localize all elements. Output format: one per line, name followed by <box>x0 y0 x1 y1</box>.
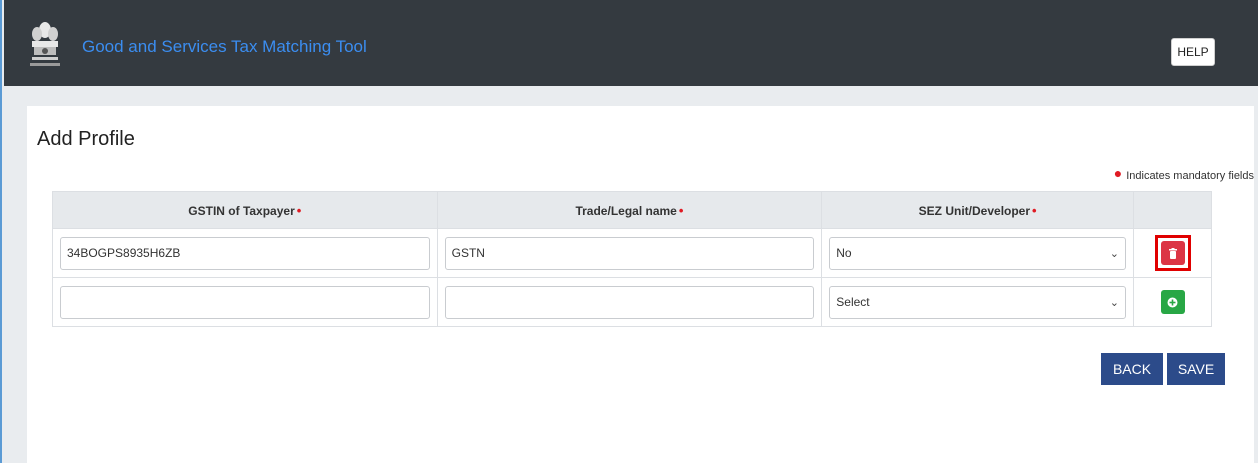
name-cell <box>436 228 823 278</box>
trade-name-input[interactable] <box>444 285 815 319</box>
gstin-input[interactable] <box>60 236 430 270</box>
delete-row-button[interactable] <box>1160 241 1185 265</box>
page-title: Add Profile <box>37 128 135 150</box>
top-header: Good and Services Tax Matching Tool HELP <box>4 0 1258 86</box>
required-dot-icon: • <box>678 202 684 218</box>
required-dot-icon: • <box>296 202 302 218</box>
sez-cell: Select ⌄ <box>821 277 1135 327</box>
back-button[interactable]: BACK <box>1101 353 1163 385</box>
column-label: GSTIN of Taxpayer <box>188 203 295 218</box>
chevron-down-icon: ⌄ <box>1109 247 1120 260</box>
column-label: SEZ Unit/Developer <box>918 203 1031 218</box>
name-cell <box>436 277 823 327</box>
table-row: Select ⌄ <box>52 277 1212 327</box>
sez-select-value: Select <box>836 295 870 309</box>
required-dot-icon: ● <box>1113 165 1123 181</box>
chevron-down-icon: ⌄ <box>1109 296 1120 309</box>
trade-name-input[interactable] <box>444 236 815 270</box>
sez-cell: No ⌄ <box>821 228 1135 278</box>
gstin-input[interactable] <box>60 285 430 319</box>
table-header-row: GSTIN of Taxpayer • Trade/Legal name • SEZ… <box>52 191 1212 229</box>
column-label: Trade/Legal name <box>575 203 677 218</box>
column-header-gstin: GSTIN of Taxpayer • <box>52 191 438 229</box>
action-cell <box>1133 228 1212 278</box>
mandatory-note-text: Indicates mandatory fields <box>1126 170 1254 182</box>
mandatory-fields-note: ● Indicates mandatory fields <box>1113 165 1254 182</box>
sez-select[interactable]: Select ⌄ <box>829 285 1127 319</box>
add-row-button[interactable] <box>1160 290 1185 314</box>
column-header-action <box>1133 191 1212 229</box>
required-dot-icon: • <box>1032 202 1037 218</box>
column-header-name: Trade/Legal name • <box>436 191 823 229</box>
save-button[interactable]: SAVE <box>1167 353 1225 385</box>
help-button[interactable]: HELP <box>1171 38 1215 66</box>
highlight-box <box>1154 235 1191 271</box>
trash-icon <box>1168 247 1177 259</box>
gstin-cell <box>52 228 438 278</box>
national-emblem-icon <box>26 18 64 70</box>
sez-select[interactable]: No ⌄ <box>829 236 1127 270</box>
app-frame: Good and Services Tax Matching Tool HELP… <box>0 0 1258 463</box>
profile-table: GSTIN of Taxpayer • Trade/Legal name • SEZ… <box>52 191 1212 327</box>
action-cell <box>1133 277 1212 327</box>
app-title: Good and Services Tax Matching Tool <box>82 37 367 56</box>
main-panel: Add Profile ● Indicates mandatory fields … <box>27 106 1254 463</box>
sez-select-value: No <box>836 246 852 260</box>
column-header-sez: SEZ Unit/Developer • <box>821 191 1135 229</box>
plus-circle-icon <box>1167 297 1178 307</box>
gstin-cell <box>52 277 438 327</box>
table-row: No ⌄ <box>52 228 1212 278</box>
